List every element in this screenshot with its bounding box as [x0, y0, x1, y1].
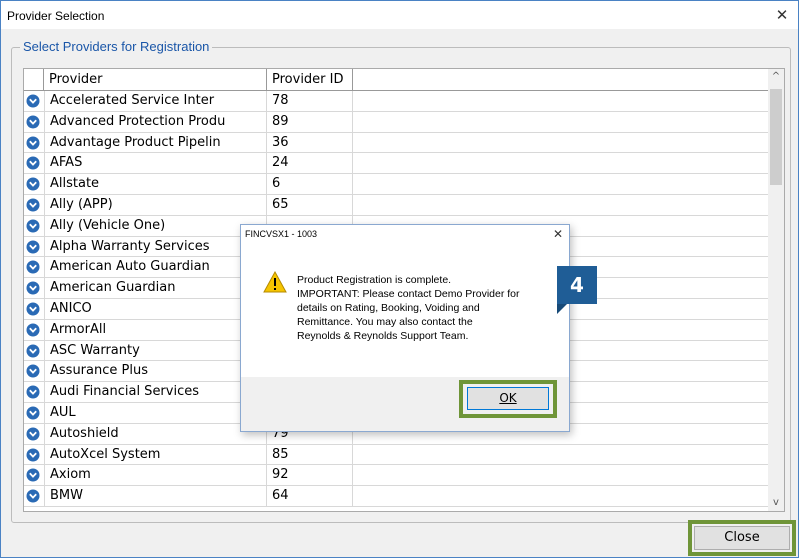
chevron-circle-icon[interactable] [26, 468, 40, 482]
chevron-circle-icon[interactable] [26, 260, 40, 274]
chevron-circle-icon[interactable] [26, 385, 40, 399]
chevron-circle-icon[interactable] [26, 94, 40, 108]
dialog-title: FINCVSX1 - 1003 [245, 229, 318, 239]
provider-cell: ANICO [44, 298, 267, 319]
provider-cell: Alpha Warranty Services [44, 236, 267, 257]
warning-icon [263, 271, 287, 293]
provider-cell: Ally (Vehicle One) [44, 215, 267, 236]
provider-cell: AFAS [44, 153, 267, 174]
dialog-message-line: IMPORTANT: Please contact Demo Provider … [297, 288, 520, 300]
chevron-circle-icon[interactable] [26, 136, 40, 150]
scroll-down-icon[interactable]: v [768, 495, 784, 511]
provider-id-cell: 36 [267, 132, 353, 153]
chevron-circle-icon[interactable] [26, 240, 40, 254]
chevron-circle-icon[interactable] [26, 448, 40, 462]
chevron-circle-icon[interactable] [26, 302, 40, 316]
table-row[interactable]: Axiom 92 [24, 465, 769, 487]
step-number-badge: 4 [557, 266, 597, 314]
provider-cell: BMW [44, 486, 267, 507]
chevron-circle-icon[interactable] [26, 177, 40, 191]
vertical-scrollbar[interactable]: ^ v [768, 69, 784, 511]
dialog-message-line: details on Rating, Booking, Voiding and [297, 302, 480, 314]
window-close-icon[interactable]: ✕ [772, 5, 792, 25]
window-title: Provider Selection [7, 9, 105, 23]
provider-cell: Autoshield [44, 423, 267, 444]
title-bar: Provider Selection ✕ [1, 1, 798, 29]
chevron-circle-icon[interactable] [26, 198, 40, 212]
chevron-circle-icon[interactable] [26, 281, 40, 295]
provider-id-cell: 92 [267, 465, 353, 486]
dialog-message: Product Registration is complete. IMPORT… [297, 273, 553, 343]
table-row[interactable]: Advanced Protection Produ 89 [24, 111, 769, 133]
provider-cell: Advantage Product Pipelin [44, 132, 267, 153]
provider-cell: American Guardian [44, 278, 267, 299]
provider-cell: ArmorAll [44, 319, 267, 340]
chevron-circle-icon[interactable] [26, 115, 40, 129]
table-row[interactable]: AFAS 24 [24, 153, 769, 175]
provider-id-cell: 65 [267, 194, 353, 215]
provider-cell: Axiom [44, 465, 267, 486]
column-header-provider-id[interactable]: Provider ID [267, 69, 353, 91]
ok-button[interactable]: OK [467, 387, 549, 410]
provider-cell: Accelerated Service Inter [44, 91, 267, 111]
provider-id-cell: 24 [267, 153, 353, 174]
scroll-up-icon[interactable]: ^ [768, 69, 784, 85]
provider-cell: Audi Financial Services [44, 382, 267, 403]
header-icon-column [24, 69, 44, 91]
provider-cell: AutoXcel System [44, 444, 267, 465]
chevron-circle-icon[interactable] [26, 364, 40, 378]
scrollbar-thumb[interactable] [770, 89, 782, 185]
close-button[interactable]: Close [694, 526, 790, 550]
provider-cell: Allstate [44, 174, 267, 195]
table-row[interactable]: Allstate 6 [24, 174, 769, 195]
provider-cell: Advanced Protection Produ [44, 111, 267, 132]
chevron-circle-icon[interactable] [26, 323, 40, 337]
chevron-circle-icon[interactable] [26, 219, 40, 233]
provider-cell: American Auto Guardian [44, 257, 267, 278]
provider-id-cell: 64 [267, 486, 353, 507]
provider-cell: ASC Warranty [44, 340, 267, 361]
dialog-message-line: Product Registration is complete. [297, 274, 452, 286]
column-header-provider[interactable]: Provider [44, 69, 267, 91]
table-row[interactable]: AutoXcel System 85 [24, 444, 769, 466]
table-row[interactable]: BMW 64 [24, 486, 769, 507]
chevron-circle-icon[interactable] [26, 489, 40, 503]
chevron-circle-icon[interactable] [26, 344, 40, 358]
table-row[interactable]: Advantage Product Pipelin 36 [24, 132, 769, 154]
provider-id-cell: 6 [267, 174, 353, 195]
chevron-circle-icon[interactable] [26, 427, 40, 441]
table-row[interactable]: Accelerated Service Inter 78 [24, 91, 769, 112]
table-row[interactable]: Ally (APP) 65 [24, 194, 769, 216]
provider-id-cell: 85 [267, 444, 353, 465]
provider-cell: Ally (APP) [44, 194, 267, 215]
groupbox-legend: Select Providers for Registration [20, 39, 213, 54]
grid-header: Provider Provider ID [24, 69, 769, 91]
provider-id-cell: 78 [267, 91, 353, 111]
chevron-circle-icon[interactable] [26, 156, 40, 170]
provider-cell: AUL [44, 402, 267, 423]
dialog-message-line: Reynolds & Reynolds Support Team. [297, 330, 469, 342]
provider-id-cell: 89 [267, 111, 353, 132]
chevron-circle-icon[interactable] [26, 406, 40, 420]
dialog-close-icon[interactable]: ✕ [553, 227, 563, 241]
provider-cell: Assurance Plus [44, 361, 267, 382]
dialog-message-line: Remittance. You may also contact the [297, 316, 473, 328]
